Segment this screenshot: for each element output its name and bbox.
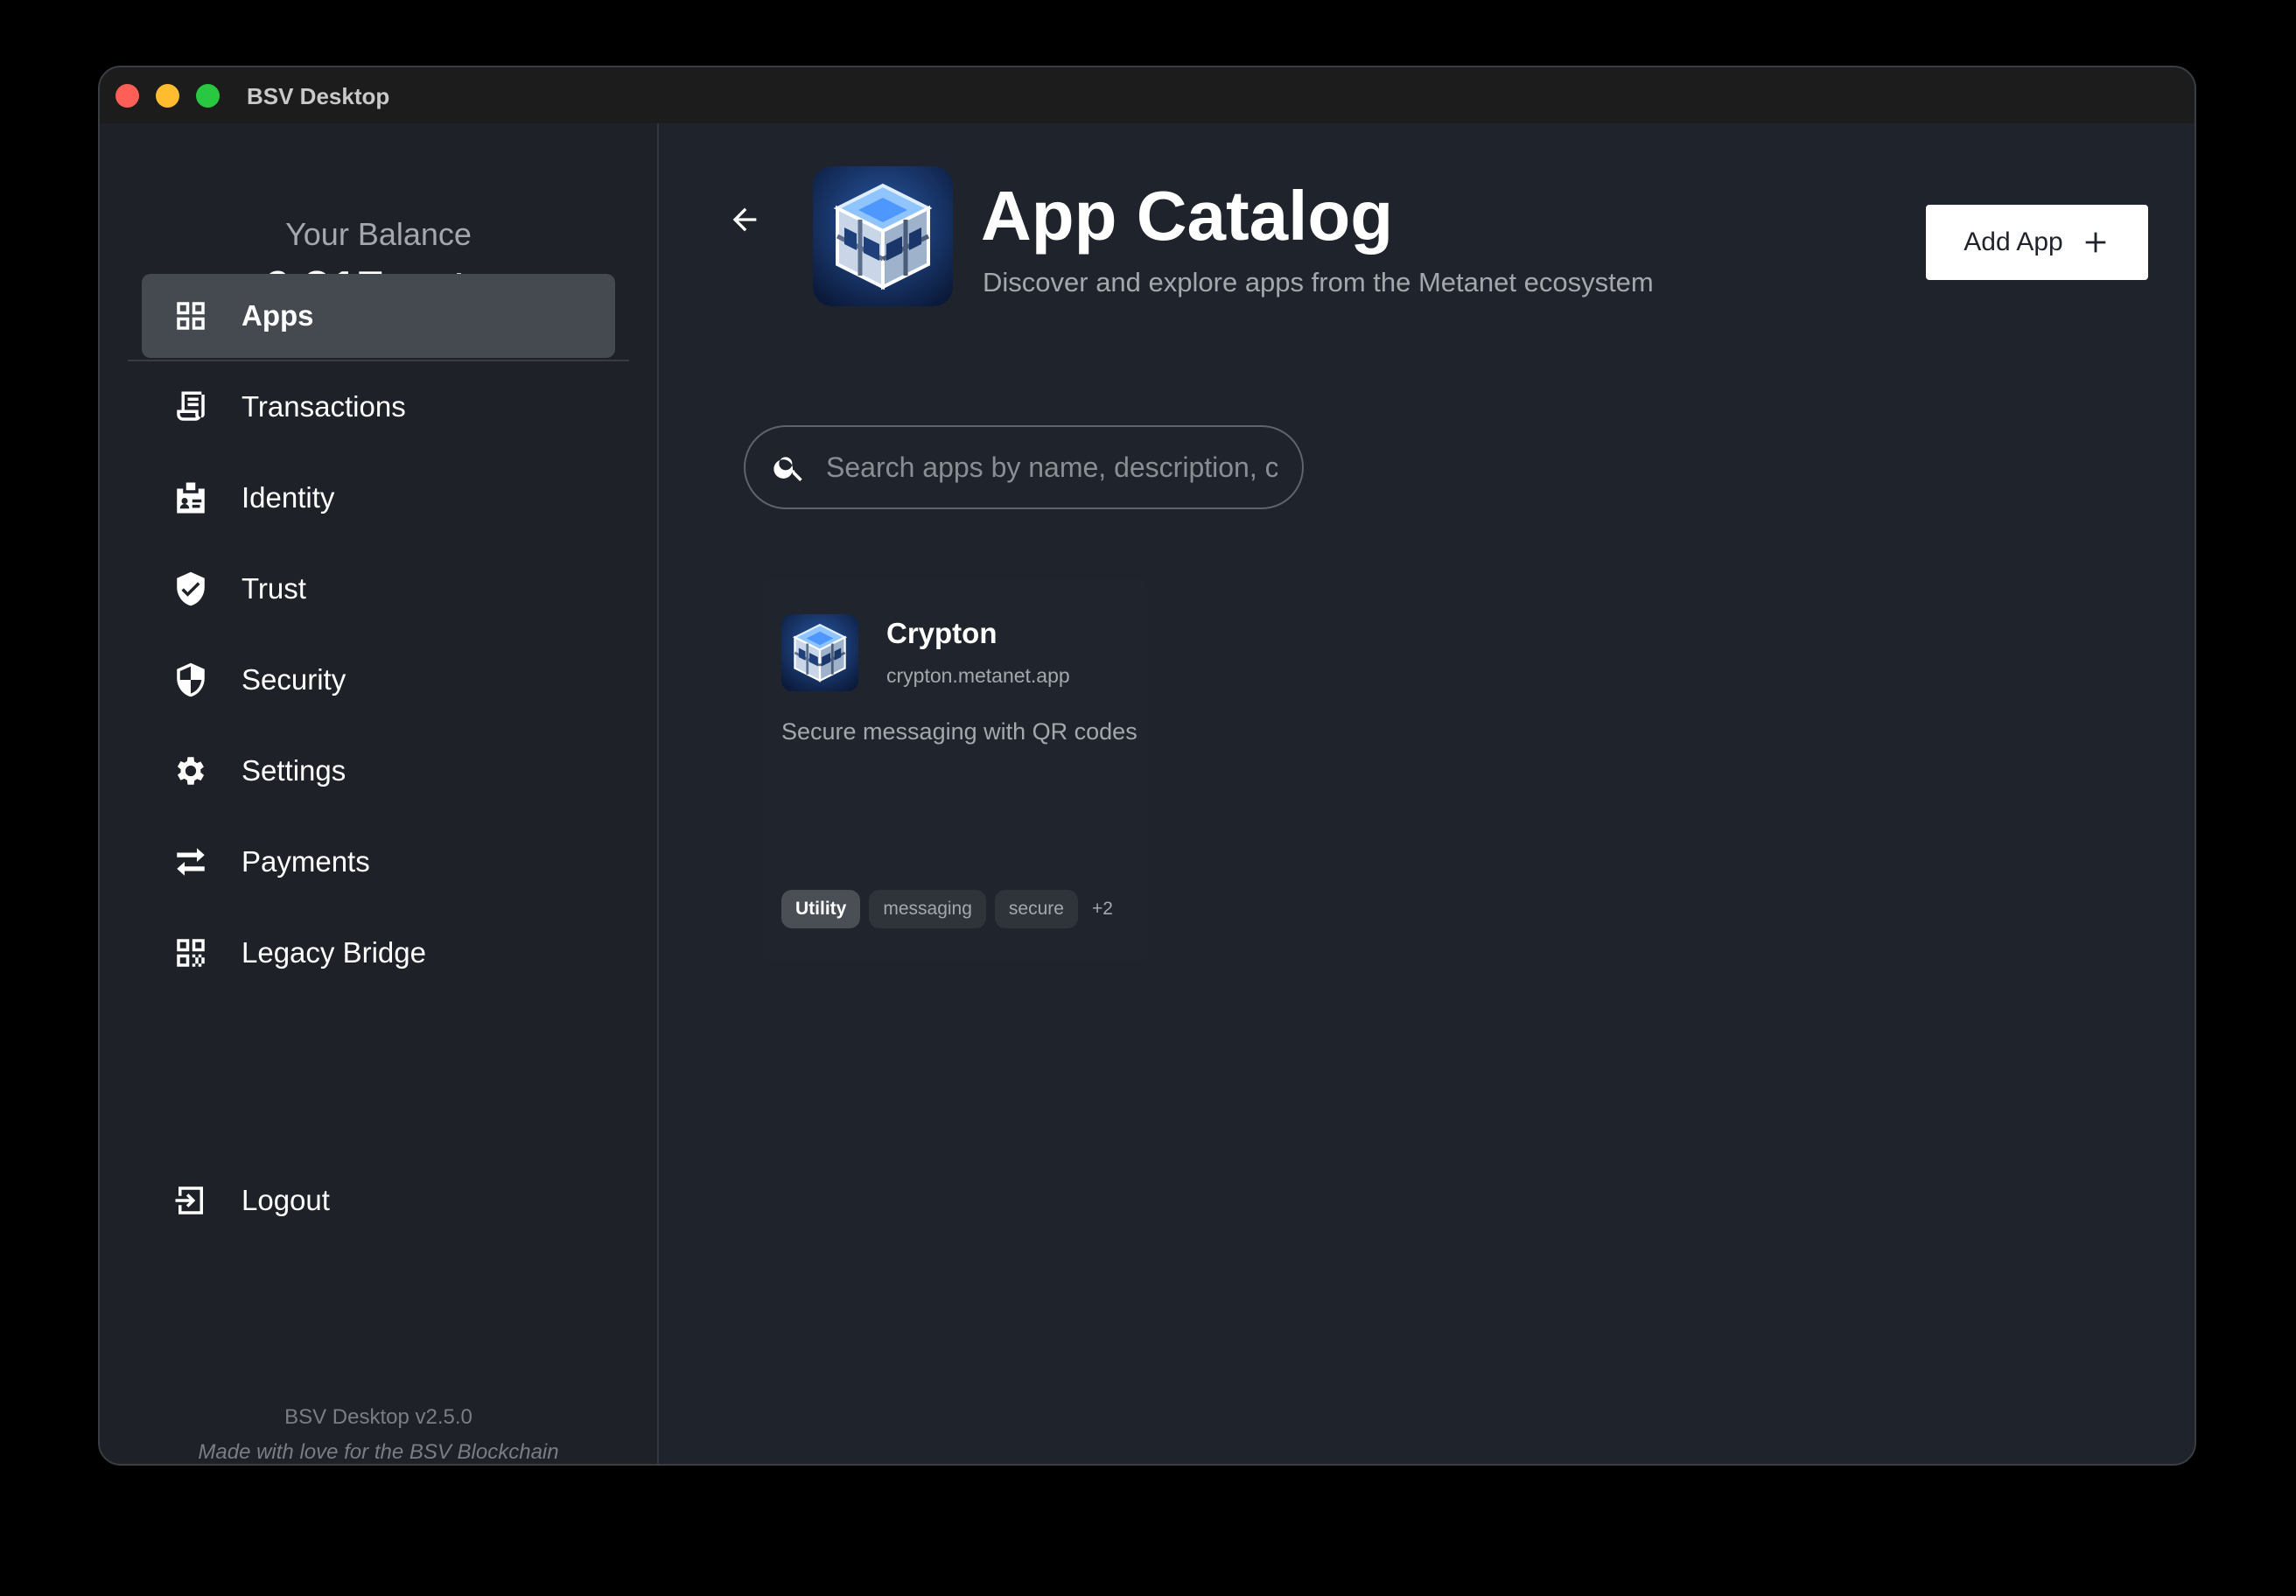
sidebar-item-security[interactable]: Security: [142, 638, 615, 722]
verified-shield-icon: [172, 570, 210, 608]
app-domain: crypton.metanet.app: [886, 664, 1070, 687]
app-tags: Utility messaging secure +2: [781, 890, 1113, 928]
sidebar-item-settings[interactable]: Settings: [142, 729, 615, 813]
sidebar-item-identity[interactable]: Identity: [142, 456, 615, 540]
page-subtitle: Discover and explore apps from the Metan…: [983, 267, 1654, 298]
sidebar-item-label: Identity: [242, 481, 335, 514]
sidebar-divider: [128, 360, 629, 361]
sidebar: Your Balance 6,317 sats Apps Transaction…: [100, 123, 659, 1464]
tag-utility: Utility: [781, 890, 861, 928]
tag-secure: secure: [994, 890, 1078, 928]
sidebar-item-legacy-bridge[interactable]: Legacy Bridge: [142, 911, 615, 995]
logout-button[interactable]: Logout: [142, 1158, 615, 1242]
app-description: Secure messaging with QR codes: [781, 718, 1138, 745]
minimize-window-button[interactable]: [156, 84, 179, 108]
sidebar-item-trust[interactable]: Trust: [142, 547, 615, 631]
app-card-crypton[interactable]: Crypton crypton.metanet.app Secure messa…: [762, 578, 1147, 963]
sidebar-item-label: Trust: [242, 572, 306, 605]
arrow-left-icon: [732, 207, 757, 232]
add-app-button[interactable]: Add App: [1926, 205, 2148, 280]
app-version: BSV Desktop v2.5.0: [284, 1405, 472, 1429]
gear-icon: [172, 752, 210, 790]
more-tags-count: +2: [1091, 899, 1113, 919]
swap-arrows-icon: [172, 843, 210, 881]
sidebar-item-apps[interactable]: Apps: [142, 274, 615, 358]
plus-icon: [2081, 228, 2110, 257]
app-tagline: Made with love for the BSV Blockchain: [198, 1440, 559, 1464]
search-bar[interactable]: [744, 425, 1304, 509]
logout-label: Logout: [242, 1184, 330, 1216]
sidebar-item-transactions[interactable]: Transactions: [142, 365, 615, 449]
page-title: App Catalog: [981, 177, 1394, 255]
search-input[interactable]: [824, 450, 1279, 485]
qr-code-icon: [172, 934, 210, 972]
sidebar-item-payments[interactable]: Payments: [142, 820, 615, 904]
security-shield-icon: [172, 661, 210, 699]
main-content: App Catalog Discover and explore apps fr…: [659, 123, 2194, 1464]
receipt-icon: [172, 388, 210, 426]
sidebar-item-label: Transactions: [242, 390, 406, 423]
balance-label: Your Balance: [285, 216, 472, 252]
sidebar-item-label: Security: [242, 663, 346, 696]
sidebar-item-label: Legacy Bridge: [242, 936, 426, 969]
logout-icon: [172, 1181, 210, 1220]
close-window-button[interactable]: [116, 84, 139, 108]
id-badge-icon: [172, 479, 210, 517]
catalog-cube-logo: [813, 166, 953, 306]
apps-grid-icon: [172, 297, 210, 335]
sidebar-item-label: Payments: [242, 845, 370, 878]
sidebar-item-label: Apps: [242, 299, 314, 332]
search-icon: [772, 450, 807, 485]
back-button[interactable]: [720, 195, 769, 244]
sidebar-item-label: Settings: [242, 754, 346, 787]
tag-messaging: messaging: [869, 890, 986, 928]
crypton-app-icon: [781, 614, 858, 691]
maximize-window-button[interactable]: [196, 84, 220, 108]
window-title: BSV Desktop: [247, 83, 390, 109]
app-name: Crypton: [886, 617, 998, 649]
title-bar: BSV Desktop: [100, 67, 2194, 124]
app-window: BSV Desktop Your Balance 6,317 sats Apps…: [98, 66, 2196, 1466]
add-app-label: Add App: [1964, 228, 2063, 256]
